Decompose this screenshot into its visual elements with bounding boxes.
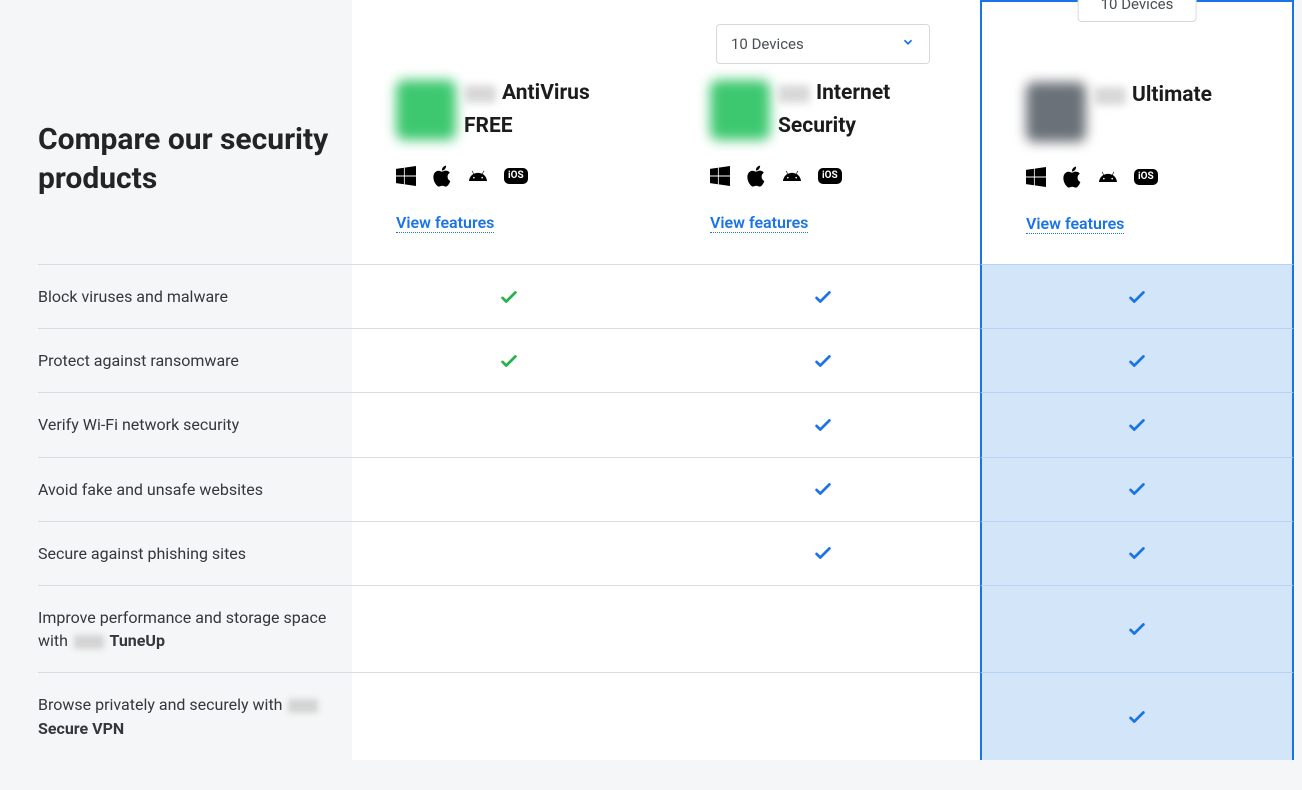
feature-cell-ultimate (980, 672, 1294, 759)
platform-icons-internet: iOS (710, 165, 936, 187)
brand-blur (288, 699, 318, 713)
check-icon (1126, 618, 1148, 640)
product-logo-internet (710, 80, 770, 140)
feature-cell-ultimate (980, 585, 1294, 672)
platform-icons-ultimate: iOS (1026, 166, 1248, 188)
feature-cell-free (352, 264, 666, 328)
view-features-ultimate[interactable]: View features (1026, 214, 1124, 234)
feature-cell-internet (666, 521, 980, 585)
feature-cell-free (352, 328, 666, 392)
windows-icon (396, 166, 416, 186)
feature-label: Improve performance and storage space wi… (38, 585, 352, 672)
view-features-free[interactable]: View features (396, 213, 494, 233)
product-header-free: AntiVirus FREE iOS View features (352, 0, 666, 264)
check-icon (1126, 286, 1148, 308)
check-icon (812, 478, 834, 500)
brand-blur (1094, 87, 1126, 105)
product-header-internet: 10 Devices Internet Security iOS (666, 0, 980, 264)
apple-icon (1062, 166, 1082, 188)
ios-icon: iOS (504, 168, 528, 184)
feature-label: Protect against ransomware (38, 328, 352, 392)
check-icon (812, 286, 834, 308)
product-name-internet: Internet Security (778, 80, 936, 141)
windows-icon (1026, 167, 1046, 187)
ios-icon: iOS (1134, 169, 1158, 185)
feature-cell-internet (666, 328, 980, 392)
feature-cell-free (352, 672, 666, 759)
apple-icon (432, 165, 452, 187)
feature-label: Secure against phishing sites (38, 521, 352, 585)
chevron-down-icon (901, 35, 915, 53)
platform-icons-free: iOS (396, 165, 622, 187)
feature-cell-ultimate (980, 521, 1294, 585)
devices-badge-ultimate: 10 Devices (1078, 0, 1197, 22)
feature-cell-ultimate (980, 328, 1294, 392)
feature-label: Avoid fake and unsafe websites (38, 457, 352, 521)
feature-cell-ultimate (980, 264, 1294, 328)
feature-cell-internet (666, 672, 980, 759)
brand-blur (778, 85, 810, 103)
check-icon (812, 542, 834, 564)
view-features-internet[interactable]: View features (710, 213, 808, 233)
check-icon (1126, 542, 1148, 564)
page-title: Compare our security products (38, 120, 332, 198)
feature-cell-internet (666, 457, 980, 521)
brand-blur (464, 85, 496, 103)
windows-icon (710, 166, 730, 186)
feature-cell-ultimate (980, 457, 1294, 521)
feature-label: Block viruses and malware (38, 264, 352, 328)
comparison-title-cell: Compare our security products (38, 0, 352, 264)
check-icon (1126, 350, 1148, 372)
android-icon (468, 165, 488, 187)
check-icon (498, 350, 520, 372)
check-icon (498, 286, 520, 308)
product-logo-free (396, 80, 456, 140)
brand-blur (74, 635, 104, 649)
ios-icon: iOS (818, 168, 842, 184)
check-icon (1126, 706, 1148, 728)
devices-dropdown[interactable]: 10 Devices (716, 24, 930, 64)
feature-label: Verify Wi-Fi network security (38, 392, 352, 456)
feature-cell-internet (666, 585, 980, 672)
product-name-free: AntiVirus FREE (464, 80, 622, 141)
check-icon (1126, 414, 1148, 436)
feature-cell-internet (666, 392, 980, 456)
feature-cell-ultimate (980, 392, 1294, 456)
feature-cell-free (352, 457, 666, 521)
check-icon (812, 414, 834, 436)
product-logo-ultimate (1026, 82, 1086, 142)
apple-icon (746, 165, 766, 187)
devices-dropdown-label: 10 Devices (731, 35, 804, 53)
check-icon (812, 350, 834, 372)
feature-cell-free (352, 585, 666, 672)
feature-cell-internet (666, 264, 980, 328)
feature-cell-free (352, 521, 666, 585)
android-icon (782, 165, 802, 187)
product-name-ultimate: Ultimate (1094, 82, 1212, 109)
feature-label: Browse privately and securely with Secur… (38, 672, 352, 759)
check-icon (1126, 478, 1148, 500)
feature-cell-free (352, 392, 666, 456)
android-icon (1098, 166, 1118, 188)
product-header-ultimate: 10 Devices Ultimate iOS View features (980, 0, 1294, 264)
